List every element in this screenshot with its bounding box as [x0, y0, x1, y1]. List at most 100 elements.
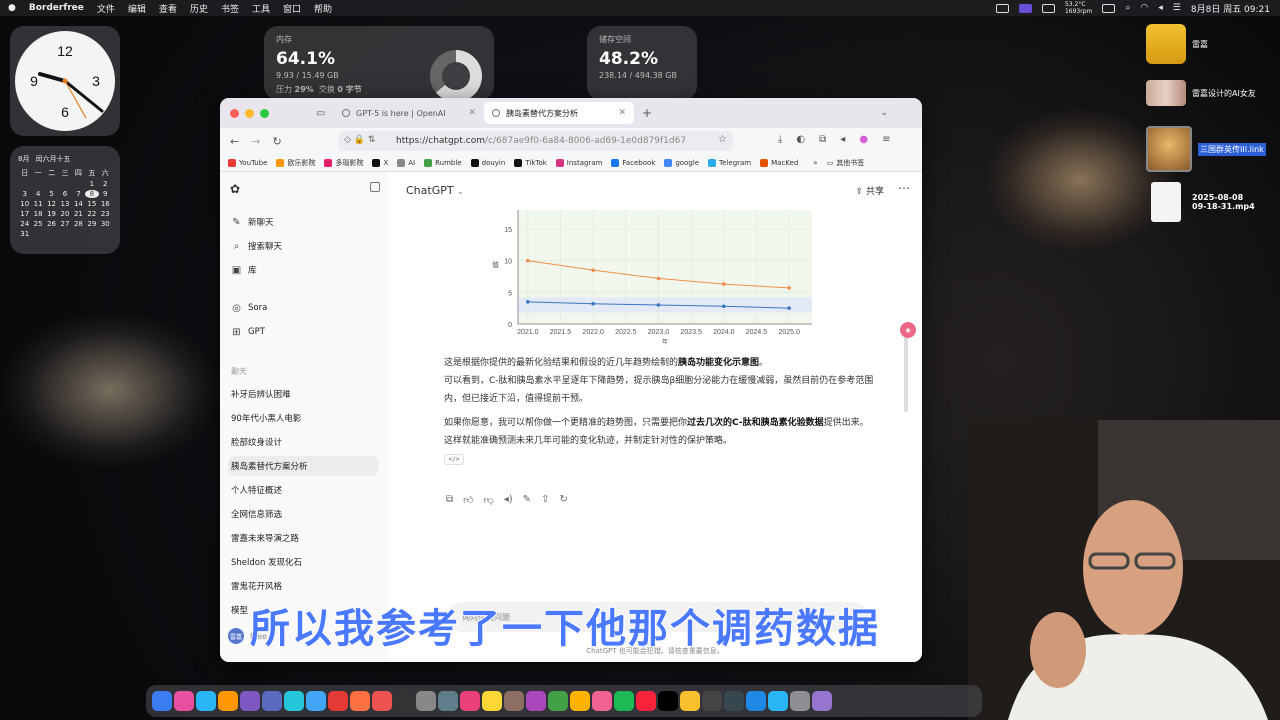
menu-icon[interactable]: ≡ [882, 134, 890, 145]
calendar-day[interactable]: 7 [72, 190, 85, 198]
calendar-widget[interactable]: 8月 闰六月十五 日一二三四五六 1 2 3 4 5 6 7 8 9 10 11 12 13 14 15 16 1… [10, 146, 120, 254]
new-tab-button[interactable]: + [642, 106, 652, 120]
app-menu[interactable]: Borderfree [29, 3, 84, 13]
calendar-day[interactable]: 15 [85, 200, 98, 208]
dock-app-icon[interactable] [152, 691, 172, 711]
menu-view[interactable]: 查看 [159, 2, 177, 15]
apple-icon[interactable]: ● [8, 3, 16, 13]
calendar-day[interactable]: 14 [72, 200, 85, 208]
menu-window[interactable]: 窗口 [283, 2, 301, 15]
model-selector[interactable]: ChatGPT ⌄ [406, 184, 464, 197]
dock-app-icon[interactable] [482, 691, 502, 711]
calendar-day[interactable] [45, 180, 58, 188]
control-center-icon[interactable]: ☰ [1173, 3, 1181, 13]
forward-icon[interactable]: → [251, 135, 260, 148]
more-options-icon[interactable]: ⋯ [898, 181, 910, 195]
calendar-day[interactable]: 8 [85, 190, 99, 198]
chat-history-item[interactable]: Sheldon 发现化石 [228, 552, 378, 572]
bookmarks-overflow-icon[interactable]: » [813, 159, 817, 167]
chat-history-item[interactable]: 雷嘉未来导演之路 [228, 528, 378, 548]
battery-icon[interactable] [1102, 3, 1116, 13]
menu-help[interactable]: 帮助 [314, 2, 332, 15]
chat-history-item[interactable]: 脸部纹身设计 [228, 432, 378, 452]
calendar-day[interactable]: 13 [58, 200, 71, 208]
sidebar-item-library[interactable]: ▣ 库 [228, 260, 378, 280]
dock-app-icon[interactable] [702, 691, 722, 711]
calendar-day[interactable]: 21 [72, 210, 85, 218]
menubar-clock[interactable]: 8月8日 周五 09:21 [1191, 2, 1270, 15]
calendar-day[interactable]: 17 [18, 210, 31, 218]
tab-list-chevron-icon[interactable]: ⌄ [880, 108, 888, 118]
download-icon[interactable]: ⤓ [778, 134, 782, 145]
close-tab-icon[interactable]: ✕ [618, 108, 626, 118]
calendar-day[interactable]: 11 [31, 200, 44, 208]
clock-widget[interactable]: 12 3 6 9 [10, 26, 120, 136]
chat-history-item[interactable]: 补牙后辨认困难 [228, 384, 378, 404]
storage-widget[interactable]: 储存空间 48.2% 238.14 / 494.38 GB [587, 26, 697, 100]
calendar-day[interactable] [72, 180, 85, 188]
dock-app-icon[interactable] [548, 691, 568, 711]
calendar-day[interactable] [18, 180, 31, 188]
volume-icon[interactable]: ◂ [1158, 3, 1163, 13]
calendar-day[interactable]: 16 [99, 200, 112, 208]
display-icon[interactable] [1041, 3, 1055, 13]
calendar-day[interactable]: 31 [18, 230, 31, 238]
dock-app-icon[interactable] [724, 691, 744, 711]
scrollbar[interactable] [904, 332, 908, 412]
address-bar[interactable]: ◇ 🔒 ⇅ https://chatgpt.com/c/687ae9f0-6a8… [338, 131, 733, 151]
dock-app-icon[interactable] [218, 691, 238, 711]
sensor-readout[interactable]: 53.2°C 1693rpm [1065, 1, 1092, 15]
chat-history-item[interactable]: 胰岛素替代方案分析 [228, 456, 378, 476]
dock-app-icon[interactable] [636, 691, 656, 711]
calendar-day[interactable]: 22 [85, 210, 98, 218]
bookmark-item[interactable]: 欧乐影院 [276, 158, 315, 168]
tab-insulin-analysis[interactable]: 胰岛素替代方案分析 ✕ [484, 102, 634, 124]
thumbs-down-icon[interactable]: 👎︎ [484, 494, 494, 506]
calendar-day[interactable]: 1 [85, 180, 98, 188]
calendar-day[interactable]: 25 [31, 220, 44, 228]
calendar-day[interactable] [58, 180, 71, 188]
dock-app-icon[interactable] [592, 691, 612, 711]
calendar-day[interactable]: 5 [45, 190, 58, 198]
zoom-window-button[interactable] [260, 108, 269, 118]
status-icon[interactable] [995, 3, 1009, 13]
search-icon[interactable]: ⌕ [1125, 3, 1130, 13]
desktop-file-ai-girlfriend[interactable]: 雷嘉设计的AI女友 [1146, 80, 1256, 106]
dock-app-icon[interactable] [680, 691, 700, 711]
calendar-day[interactable]: 29 [85, 220, 98, 228]
dock-app-icon[interactable] [240, 691, 260, 711]
audio-icon[interactable]: ◂ [840, 134, 845, 145]
bookmark-item[interactable]: Rumble [424, 158, 462, 167]
sidebar-item-sora[interactable]: ◎ Sora [228, 298, 378, 318]
calendar-day[interactable]: 19 [45, 210, 58, 218]
edit-icon[interactable]: ✎ [523, 494, 531, 506]
dock-app-icon[interactable] [614, 691, 634, 711]
desktop-file-folder[interactable]: 雷嘉 [1146, 24, 1208, 64]
bookmark-item[interactable]: 多瑙影院 [324, 158, 363, 168]
reload-icon[interactable]: ↻ [272, 135, 281, 148]
calendar-day[interactable]: 10 [18, 200, 31, 208]
menu-bookmarks[interactable]: 书签 [221, 2, 239, 15]
regenerate-icon[interactable]: ↻ [559, 494, 567, 506]
copy-icon[interactable]: ⧉ [446, 494, 453, 506]
shield-lock-icon[interactable]: ◇ 🔒 ⇅ [344, 135, 375, 145]
bookmark-item[interactable]: MacKed [760, 158, 798, 167]
calendar-day[interactable]: 26 [45, 220, 58, 228]
share-icon[interactable]: ⇪ [541, 494, 549, 506]
dock-app-icon[interactable] [658, 691, 678, 711]
calendar-day[interactable]: 6 [58, 190, 71, 198]
minimize-window-button[interactable] [245, 108, 254, 118]
read-aloud-icon[interactable]: ◂) [504, 494, 513, 506]
other-bookmarks-folder[interactable]: ▭ 其他书签 [827, 158, 865, 168]
calendar-day[interactable]: 18 [31, 210, 44, 218]
calendar-day[interactable]: 30 [99, 220, 112, 228]
sidebar-item-new-chat[interactable]: ✎ 新聊天 [228, 212, 378, 232]
dock-app-icon[interactable] [350, 691, 370, 711]
dock-app-icon[interactable] [570, 691, 590, 711]
dock-app-icon[interactable] [262, 691, 282, 711]
close-window-button[interactable] [230, 108, 239, 118]
code-badge[interactable]: </> [444, 454, 465, 465]
bookmark-item[interactable]: Facebook [611, 158, 655, 167]
dock-app-icon[interactable] [790, 691, 810, 711]
wifi-icon[interactable]: ◠ [1140, 3, 1148, 13]
